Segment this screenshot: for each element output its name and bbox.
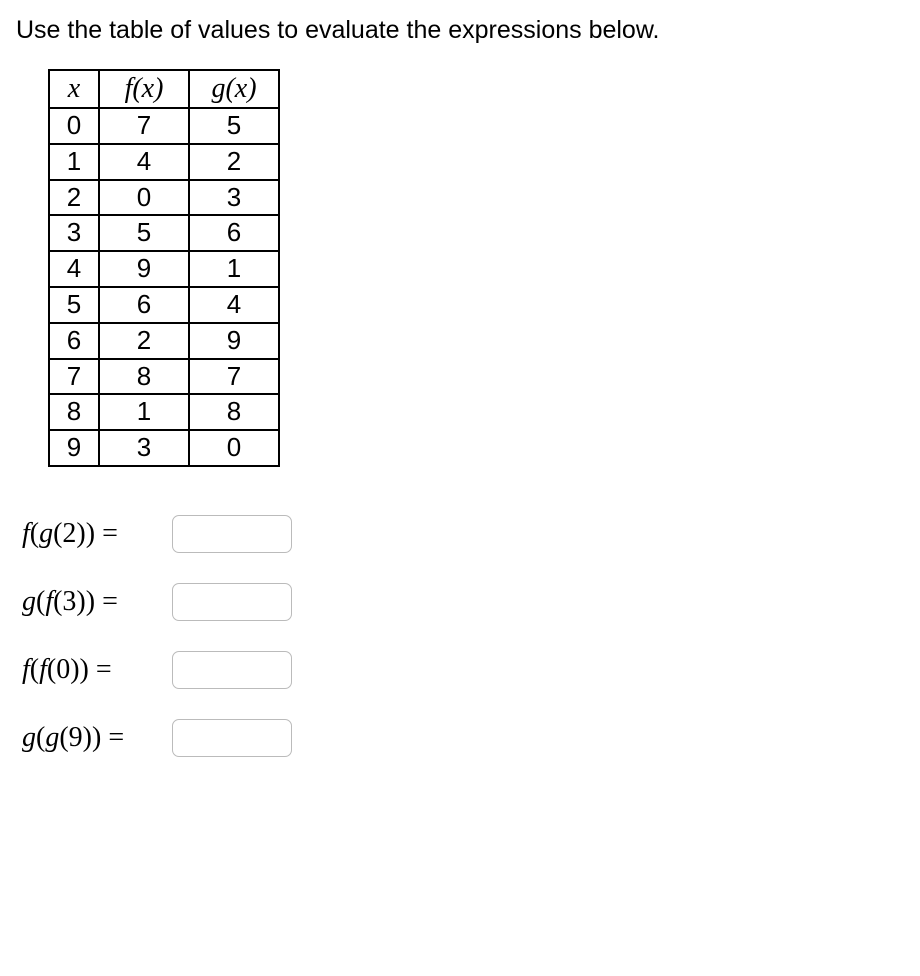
instruction-text: Use the table of values to evaluate the … <box>16 16 904 45</box>
cell-fx: 9 <box>99 251 189 287</box>
cell-x: 4 <box>49 251 99 287</box>
values-table: x f(x) g(x) 0751422033564915646297878189… <box>48 69 280 467</box>
cell-fx: 7 <box>99 108 189 144</box>
header-x: x <box>49 70 99 108</box>
cell-gx: 2 <box>189 144 279 180</box>
header-fx: f(x) <box>99 70 189 108</box>
cell-gx: 6 <box>189 215 279 251</box>
cell-x: 1 <box>49 144 99 180</box>
table-row: 629 <box>49 323 279 359</box>
cell-fx: 4 <box>99 144 189 180</box>
expression-label: g(g(9)) = <box>22 722 172 754</box>
cell-x: 0 <box>49 108 99 144</box>
table-row: 356 <box>49 215 279 251</box>
table-row: 564 <box>49 287 279 323</box>
cell-x: 9 <box>49 430 99 466</box>
cell-fx: 2 <box>99 323 189 359</box>
answer-input-2[interactable] <box>172 583 292 621</box>
cell-x: 3 <box>49 215 99 251</box>
cell-x: 7 <box>49 359 99 395</box>
expression-row: f(f(0)) = <box>22 651 904 689</box>
cell-gx: 5 <box>189 108 279 144</box>
cell-gx: 8 <box>189 394 279 430</box>
header-gx: g(x) <box>189 70 279 108</box>
expression-label: g(f(3)) = <box>22 586 172 618</box>
answer-input-4[interactable] <box>172 719 292 757</box>
cell-x: 8 <box>49 394 99 430</box>
table-row: 075 <box>49 108 279 144</box>
cell-x: 5 <box>49 287 99 323</box>
expression-row: g(g(9)) = <box>22 719 904 757</box>
cell-fx: 1 <box>99 394 189 430</box>
cell-gx: 3 <box>189 180 279 216</box>
table-row: 142 <box>49 144 279 180</box>
cell-fx: 6 <box>99 287 189 323</box>
cell-x: 6 <box>49 323 99 359</box>
cell-x: 2 <box>49 180 99 216</box>
table-row: 203 <box>49 180 279 216</box>
expression-label: f(g(2)) = <box>22 518 172 550</box>
cell-fx: 8 <box>99 359 189 395</box>
table-row: 818 <box>49 394 279 430</box>
cell-gx: 4 <box>189 287 279 323</box>
expression-row: g(f(3)) = <box>22 583 904 621</box>
expression-row: f(g(2)) = <box>22 515 904 553</box>
cell-gx: 9 <box>189 323 279 359</box>
cell-fx: 5 <box>99 215 189 251</box>
answer-input-3[interactable] <box>172 651 292 689</box>
cell-gx: 7 <box>189 359 279 395</box>
cell-fx: 3 <box>99 430 189 466</box>
table-row: 787 <box>49 359 279 395</box>
cell-gx: 0 <box>189 430 279 466</box>
table-row: 930 <box>49 430 279 466</box>
answer-input-1[interactable] <box>172 515 292 553</box>
cell-fx: 0 <box>99 180 189 216</box>
cell-gx: 1 <box>189 251 279 287</box>
table-row: 491 <box>49 251 279 287</box>
expression-label: f(f(0)) = <box>22 654 172 686</box>
